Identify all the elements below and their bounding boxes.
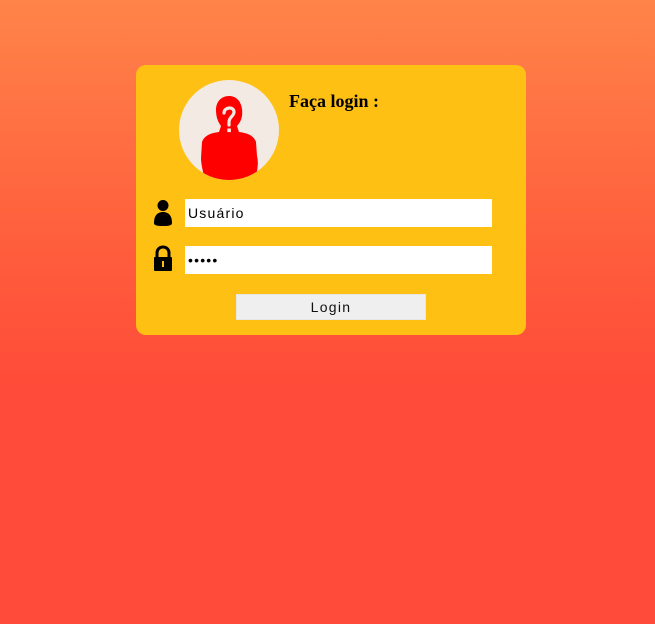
password-field[interactable] — [185, 246, 492, 274]
page-title: Faça login : — [289, 91, 379, 111]
user-icon — [152, 199, 174, 227]
login-button[interactable]: Login — [236, 294, 426, 320]
username-field[interactable] — [185, 199, 492, 227]
unknown-user-avatar-icon — [179, 80, 279, 180]
padlock-icon — [152, 245, 174, 273]
login-card: Faça login : Login — [136, 65, 526, 335]
